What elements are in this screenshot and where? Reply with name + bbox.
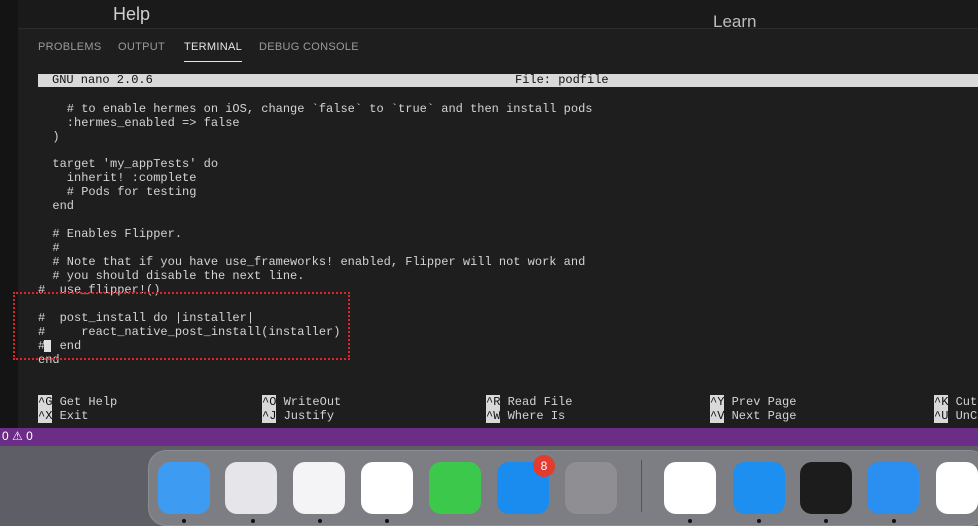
code-line: # Note that if you have use_frameworks! …	[38, 255, 586, 269]
app-store-badge: 8	[533, 455, 555, 477]
shortcut-get-help: ^G Get Help	[38, 395, 118, 409]
safari-app-icon[interactable]	[293, 462, 345, 514]
xcode-app-icon[interactable]	[867, 462, 919, 514]
help-menu[interactable]: Help	[113, 4, 150, 25]
code-line: # you should disable the next line.	[38, 269, 305, 283]
shortcut-prev-page: ^Y Prev Page	[710, 395, 797, 409]
shortcut-next-page: ^V Next Page	[710, 409, 797, 423]
code-line: target 'my_appTests' do	[38, 157, 219, 171]
teamviewer-app-icon[interactable]	[664, 462, 716, 514]
code-line: :hermes_enabled => false	[38, 116, 240, 130]
tab-problems[interactable]: PROBLEMS	[38, 41, 102, 53]
facetime-app-icon[interactable]	[429, 462, 481, 514]
running-indicator	[757, 519, 761, 523]
running-indicator	[251, 519, 255, 523]
status-bar: 0 ⚠ 0	[0, 428, 978, 446]
vscode-app-icon[interactable]	[936, 462, 978, 514]
shortcut-justify: ^J Justify	[262, 409, 335, 423]
code-line: # Pods for testing	[38, 185, 197, 199]
launchpad-app-icon[interactable]	[225, 462, 277, 514]
code-line: # to enable hermes on iOS, change `false…	[38, 102, 593, 116]
simulator-app-icon[interactable]	[733, 462, 785, 514]
highlight-box	[13, 292, 350, 360]
running-indicator	[385, 519, 389, 523]
system-preferences-app-icon[interactable]	[565, 462, 617, 514]
shortcut-where-is: ^W Where Is	[486, 409, 566, 423]
panel-tabs: PROBLEMS OUTPUT TERMINAL DEBUG CONSOLE	[18, 28, 978, 68]
shortcut-exit: ^X Exit	[38, 409, 89, 423]
tab-terminal[interactable]: TERMINAL	[184, 41, 243, 62]
terminal-app-icon[interactable]	[800, 462, 852, 514]
running-indicator	[824, 519, 828, 523]
chrome-app-icon[interactable]	[361, 462, 413, 514]
running-indicator	[892, 519, 896, 523]
activity-bar-edge	[0, 0, 18, 440]
terminal-panel[interactable]: GNU nano 2.0.6 File: podfile # to enable…	[18, 68, 978, 428]
shortcut-writeout: ^O WriteOut	[262, 395, 342, 409]
code-line: #	[38, 241, 60, 255]
nano-version: GNU nano 2.0.6	[52, 73, 153, 87]
shortcut-cut: ^K Cut	[934, 395, 978, 409]
tab-debug-console[interactable]: DEBUG CONSOLE	[259, 41, 359, 53]
code-line: # Enables Flipper.	[38, 227, 183, 241]
code-line: end	[38, 199, 75, 213]
tab-output[interactable]: OUTPUT	[118, 41, 165, 53]
problems-count[interactable]: 0 ⚠ 0	[2, 429, 33, 443]
code-line: inherit! :complete	[38, 171, 197, 185]
running-indicator	[688, 519, 692, 523]
shortcut-read-file: ^R Read File	[486, 395, 573, 409]
dock-separator	[641, 460, 642, 512]
nano-title-bar: GNU nano 2.0.6 File: podfile	[38, 74, 978, 87]
finder-app-icon[interactable]	[158, 462, 210, 514]
shortcut-uncut: ^U UnCu	[934, 409, 978, 423]
nano-file-name: File: podfile	[515, 73, 609, 87]
running-indicator	[182, 519, 186, 523]
code-line: )	[38, 130, 60, 144]
running-indicator	[318, 519, 322, 523]
